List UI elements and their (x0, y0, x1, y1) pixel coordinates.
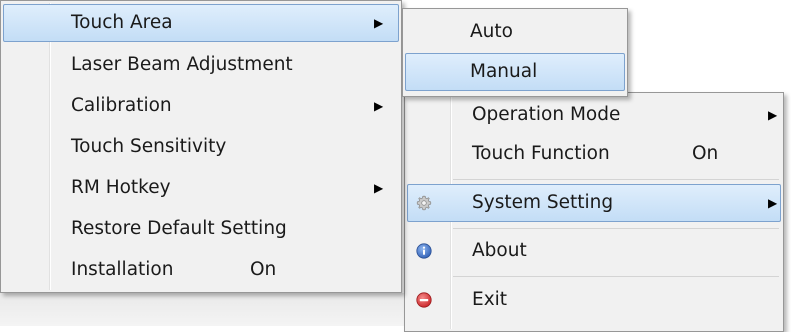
menu-item-label: Touch Function (472, 142, 610, 164)
menu-item-laser-beam-adjustment[interactable]: Laser Beam Adjustment (3, 45, 399, 84)
menu-item-label: Calibration (71, 94, 172, 116)
menu-item-value: On (250, 258, 277, 280)
system-setting-submenu: Touch Area ▶ Laser Beam Adjustment Calib… (0, 0, 402, 293)
menu-item-installation[interactable]: Installation On (3, 250, 399, 289)
menu-item-label: Manual (470, 60, 538, 82)
menu-item-about[interactable]: About (407, 232, 781, 270)
touch-area-submenu: Auto Manual (402, 8, 628, 97)
menu-item-label: Operation Mode (472, 103, 621, 125)
gear-icon (416, 195, 432, 211)
menu-item-label: Touch Area (71, 11, 173, 33)
submenu-arrow-icon: ▶ (768, 196, 778, 210)
menu-separator (453, 179, 779, 180)
tray-context-menu: Operation Mode ▶ Touch Function On Syste… (404, 92, 784, 332)
desktop-strip (0, 293, 404, 326)
menu-item-touch-sensitivity[interactable]: Touch Sensitivity (3, 127, 399, 166)
menu-item-label: Restore Default Setting (71, 217, 287, 239)
submenu-arrow-icon: ▶ (374, 98, 384, 113)
menu-item-label: Laser Beam Adjustment (71, 53, 293, 75)
menu-item-manual[interactable]: Manual (405, 53, 625, 91)
menu-item-label: System Setting (472, 191, 614, 213)
menu-item-touch-area[interactable]: Touch Area ▶ (3, 4, 399, 42)
menu-item-label: RM Hotkey (71, 176, 171, 198)
submenu-arrow-icon: ▶ (374, 180, 384, 195)
menu-item-auto[interactable]: Auto (405, 12, 625, 52)
submenu-arrow-icon: ▶ (768, 108, 778, 122)
menu-item-calibration[interactable]: Calibration ▶ (3, 86, 399, 125)
menu-item-restore-default-setting[interactable]: Restore Default Setting (3, 209, 399, 248)
menu-separator (453, 276, 779, 277)
submenu-arrow-icon: ▶ (374, 16, 384, 30)
menu-item-label: Exit (472, 288, 508, 310)
menu-item-label: Auto (470, 20, 513, 42)
menu-item-label: Installation (71, 258, 174, 280)
menu-item-label: Touch Sensitivity (71, 135, 227, 157)
menu-item-label: About (472, 239, 527, 261)
menu-item-system-setting[interactable]: System Setting ▶ (407, 184, 781, 222)
info-icon (416, 243, 432, 259)
menu-item-exit[interactable]: Exit (407, 281, 781, 319)
exit-icon (416, 292, 432, 308)
menu-item-operation-mode[interactable]: Operation Mode ▶ (407, 96, 781, 134)
menu-separator (453, 228, 779, 229)
menu-item-touch-function[interactable]: Touch Function On (407, 135, 781, 173)
menu-item-rm-hotkey[interactable]: RM Hotkey ▶ (3, 168, 399, 207)
menu-item-value: On (692, 142, 719, 164)
